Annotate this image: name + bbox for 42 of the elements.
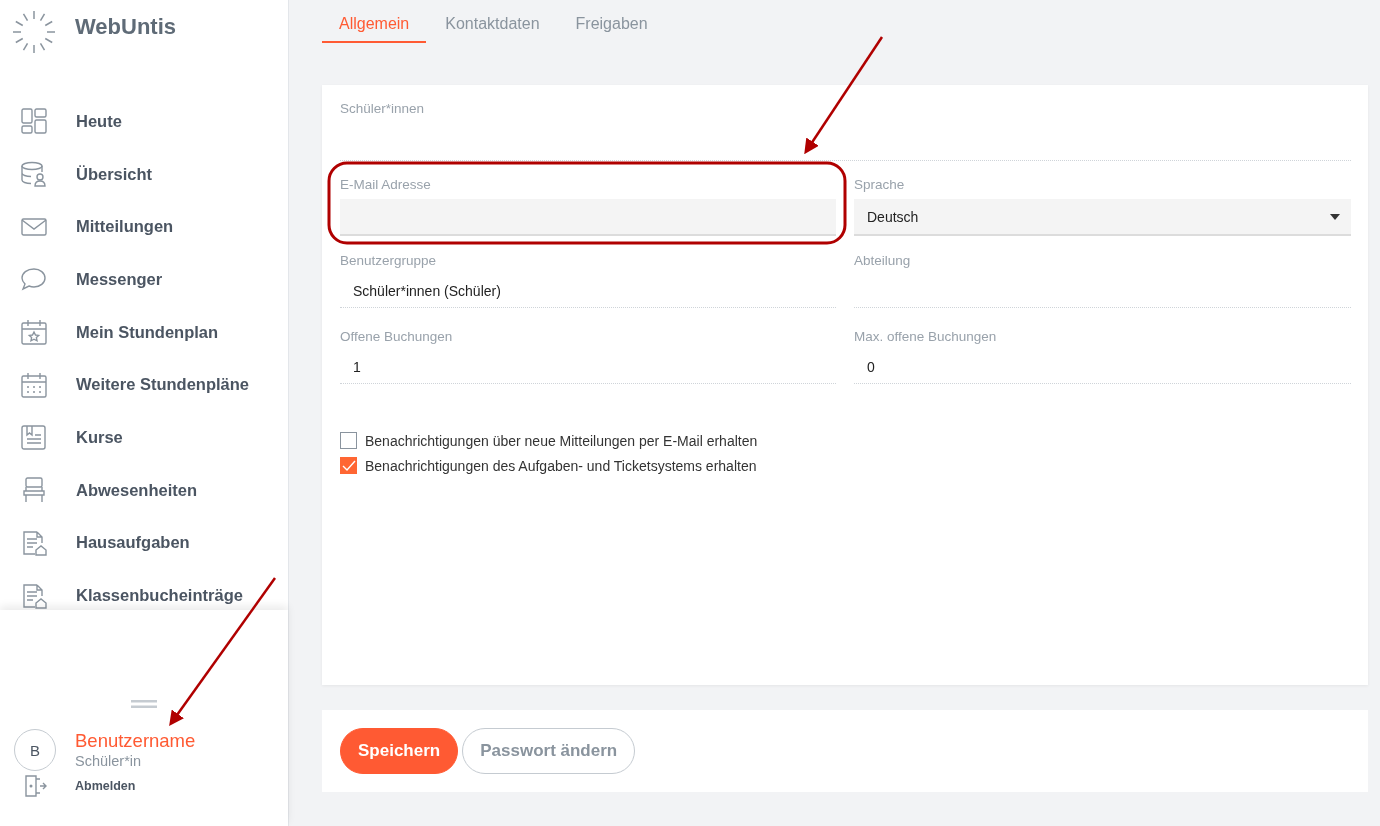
database-user-icon	[21, 161, 47, 188]
field-label: E-Mail Adresse	[340, 177, 432, 194]
dashboard-icon	[21, 108, 47, 135]
nav-item[interactable]: Heute	[0, 95, 288, 148]
email-input[interactable]	[340, 199, 836, 236]
field-label: Benutzergruppe	[340, 253, 438, 270]
logout-link[interactable]: Abmelden	[23, 774, 288, 798]
nav-item[interactable]: Weitere Stundenpläne	[0, 358, 288, 412]
caret-icon	[1330, 213, 1340, 220]
language-select[interactable]: Deutsch	[854, 199, 1351, 236]
app-name: WebUntis	[75, 14, 177, 40]
document-house-icon	[21, 529, 47, 556]
nav-item[interactable]: Mitteilungen	[0, 200, 288, 254]
drag-handle-icon[interactable]	[131, 699, 157, 709]
nav-item[interactable]: Kurse	[0, 411, 288, 464]
logout-icon	[23, 774, 47, 798]
field-value: 1	[353, 359, 361, 375]
checkbox[interactable]	[340, 432, 357, 449]
document-icon	[21, 582, 47, 609]
field-label: Offene Buchungen	[340, 329, 454, 346]
checkbox-row[interactable]: Benachrichtigungen des Aufgaben- und Ticketsystems erhalten	[340, 457, 1351, 474]
checkbox-row[interactable]: Benachrichtigungen über neue Mitteilungen per E-Mail erhalten	[340, 432, 1351, 449]
nav-item[interactable]: Übersicht	[0, 147, 288, 201]
calendar-icon	[21, 371, 47, 398]
chair-icon	[21, 477, 47, 504]
user-role: Schüler*in	[75, 752, 143, 770]
nav-item[interactable]: Mein Stundenplan	[0, 305, 288, 359]
field-value: Schüler*innen (Schüler)	[353, 283, 501, 299]
nav-item[interactable]: Abwesenheiten	[0, 463, 288, 517]
field-label: Sprache	[854, 177, 906, 194]
section-label: Schüler*innen	[340, 101, 426, 116]
field-value: 0	[867, 359, 875, 375]
nav-item[interactable]: Klassenbucheinträge	[0, 569, 288, 610]
user-name: Benutzername	[75, 730, 196, 752]
checkbox[interactable]	[340, 457, 357, 474]
spinner-icon	[11, 9, 57, 55]
field-label: Abteilung	[854, 253, 912, 270]
speech-bubble-icon	[21, 266, 47, 293]
nav-item[interactable]: Messenger	[0, 253, 288, 306]
nav-item[interactable]: Hausaufgaben	[0, 516, 288, 570]
field-label: Max. offene Buchungen	[854, 329, 998, 346]
book-icon	[21, 424, 47, 451]
